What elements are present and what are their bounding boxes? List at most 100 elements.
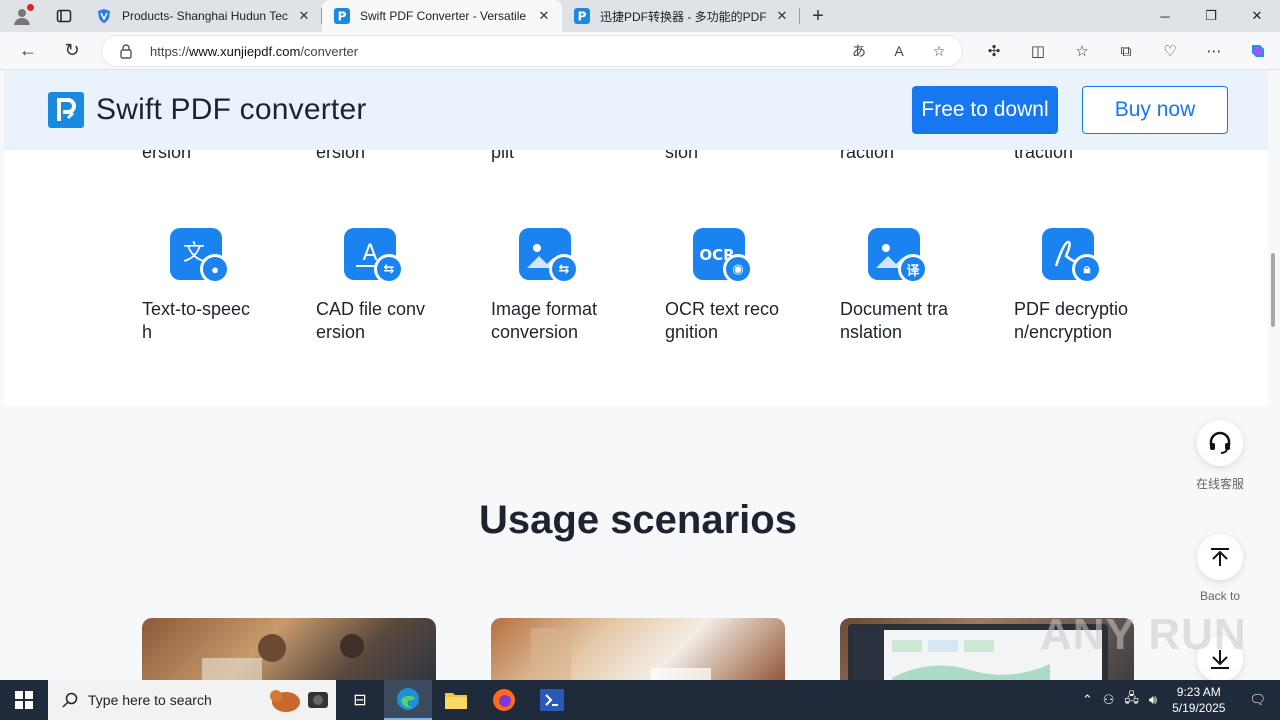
read-aloud-icon[interactable]: A bbox=[890, 42, 908, 60]
tool-label: PDF decryption/encryption bbox=[1014, 299, 1129, 342]
page-scrollbar[interactable] bbox=[1271, 253, 1275, 327]
minimize-button[interactable]: ─ bbox=[1142, 0, 1188, 32]
usage-scenarios-heading: Usage scenarios bbox=[479, 498, 797, 542]
start-button[interactable] bbox=[0, 680, 48, 720]
extensions-icon[interactable]: ✣ bbox=[972, 32, 1016, 70]
split-screen-icon[interactable]: ◫ bbox=[1016, 32, 1060, 70]
restore-icon: ❐ bbox=[1205, 8, 1217, 23]
chevron-up-icon[interactable]: ⌃ bbox=[1077, 692, 1098, 708]
copilot-icon[interactable] bbox=[1236, 32, 1280, 70]
favorites-icon[interactable]: ☆ bbox=[1060, 32, 1104, 70]
scenario-card-room[interactable] bbox=[491, 618, 785, 680]
taskbar-clock[interactable]: 9:23 AM 5/19/2025 bbox=[1162, 684, 1235, 716]
scenario-card-office[interactable] bbox=[142, 618, 436, 680]
url-text[interactable]: https://www.xunjiepdf.com/converter bbox=[150, 44, 850, 59]
tool-ocr[interactable]: OCR ◉ OCR text recognition bbox=[665, 228, 795, 344]
profile-button[interactable] bbox=[0, 0, 44, 32]
back-button[interactable]: ← bbox=[6, 32, 50, 70]
favorite-star-icon[interactable]: ☆ bbox=[930, 42, 948, 60]
device-icon[interactable]: ⚇ bbox=[1098, 692, 1120, 708]
collections-icon[interactable]: ⧉ bbox=[1104, 32, 1148, 70]
tool-label: OCR text recognition bbox=[665, 299, 780, 342]
clock-time: 9:23 AM bbox=[1176, 685, 1221, 699]
minimize-icon: ─ bbox=[1160, 8, 1170, 24]
tool-label: Text-to-speech bbox=[142, 299, 251, 342]
close-window-button[interactable]: ✕ bbox=[1234, 0, 1280, 32]
tool-text-to-speech[interactable]: 文 ● Text-to-speech bbox=[142, 228, 272, 344]
tab-actions-button[interactable] bbox=[44, 0, 84, 32]
task-view-button[interactable]: ⊟ bbox=[336, 680, 384, 720]
powershell-icon bbox=[540, 689, 564, 711]
plus-icon: + bbox=[812, 4, 824, 27]
room-photo bbox=[531, 628, 711, 680]
close-icon: ✕ bbox=[1251, 8, 1263, 23]
folder-icon bbox=[445, 693, 467, 709]
tab-hudun[interactable]: Products- Shanghai Hudun Tech ✕ bbox=[84, 0, 322, 32]
site-logo[interactable]: Swift PDF converter bbox=[48, 92, 367, 128]
translate-badge-icon: 译 bbox=[901, 257, 925, 281]
lock-icon bbox=[120, 44, 132, 59]
tool-document-translation[interactable]: 译 Document translation bbox=[840, 228, 970, 344]
swap-icon: ⇆ bbox=[552, 257, 576, 281]
tool-cad-conversion[interactable]: A ⇆ CAD file conversion bbox=[316, 228, 446, 344]
taskbar-powershell[interactable] bbox=[528, 680, 576, 720]
swift-pdf-logo-icon bbox=[48, 92, 84, 128]
search-highlight-squirrel-icon bbox=[270, 690, 328, 712]
brand-name: Swift PDF converter bbox=[96, 93, 367, 126]
swap-icon: ⇆ bbox=[377, 257, 401, 281]
swift-pdf-favicon-icon: P bbox=[334, 8, 350, 24]
taskbar-search-box[interactable]: Type here to search bbox=[48, 680, 336, 720]
volume-icon[interactable]: 🔊︎ bbox=[1144, 692, 1162, 708]
tool-image-format[interactable]: ⇆ Image format conversion bbox=[491, 228, 621, 344]
window-controls: ─ ❐ ✕ bbox=[1142, 0, 1280, 32]
url-scheme: https:// bbox=[150, 43, 190, 59]
reload-icon: ↻ bbox=[64, 40, 80, 60]
tab-title: Swift PDF Converter - Versatile PD bbox=[360, 9, 528, 23]
swift-pdf-favicon-icon: P bbox=[574, 8, 590, 24]
close-tab-icon[interactable]: ✕ bbox=[536, 8, 552, 24]
tab-xunjie-cn[interactable]: P 迅捷PDF转换器 - 多功能的PDF转 ✕ bbox=[562, 0, 800, 32]
anyrun-watermark: ANY RUN bbox=[1040, 610, 1247, 659]
translate-icon[interactable]: あ bbox=[850, 42, 868, 60]
browser-essentials-icon[interactable]: ♡ bbox=[1148, 32, 1192, 70]
restore-button[interactable]: ❐ bbox=[1188, 0, 1234, 32]
mic-icon: ● bbox=[203, 257, 227, 281]
online-service-label: 在线客服 bbox=[1195, 477, 1244, 491]
network-icon[interactable]: 🖧︎ bbox=[1119, 689, 1144, 711]
tab-swift-pdf[interactable]: P Swift PDF Converter - Versatile PD ✕ bbox=[322, 0, 562, 32]
buy-now-button[interactable]: Buy now bbox=[1082, 86, 1228, 134]
search-icon bbox=[62, 692, 78, 708]
back-to-top-label: Back to bbox=[1199, 589, 1241, 603]
tool-label: Image format conversion bbox=[491, 299, 598, 342]
taskbar-firefox[interactable] bbox=[480, 680, 528, 720]
more-menu-icon[interactable]: ⋯ bbox=[1192, 32, 1236, 70]
new-tab-button[interactable]: + bbox=[800, 0, 836, 32]
reload-button[interactable]: ↻ bbox=[50, 32, 94, 70]
close-tab-icon[interactable]: ✕ bbox=[774, 8, 790, 24]
free-download-button[interactable]: Free to downl bbox=[912, 86, 1058, 134]
back-to-top-widget[interactable]: Back to bbox=[1196, 534, 1244, 603]
url-host: www.xunjiepdf.com bbox=[189, 43, 301, 59]
taskbar-file-explorer[interactable] bbox=[432, 680, 480, 720]
online-service-widget[interactable]: 在线客服 bbox=[1196, 420, 1244, 492]
web-page: ersion ersion plit sion raction traction… bbox=[0, 70, 1280, 680]
headset-icon bbox=[1209, 431, 1231, 454]
arrow-left-icon: ← bbox=[19, 40, 37, 60]
close-tab-icon[interactable]: ✕ bbox=[296, 8, 312, 24]
search-placeholder: Type here to search bbox=[88, 692, 212, 708]
svg-text:P: P bbox=[578, 10, 587, 24]
shield-favicon-icon bbox=[98, 9, 110, 23]
tool-pdf-encryption[interactable]: 🔒︎ PDF decryption/encryption bbox=[1014, 228, 1144, 344]
taskbar-edge[interactable] bbox=[384, 680, 432, 720]
notifications-icon[interactable]: 🗨︎ bbox=[1235, 692, 1280, 708]
url-path: /converter bbox=[300, 43, 359, 59]
tab-title: 迅捷PDF转换器 - 多功能的PDF转 bbox=[600, 9, 766, 24]
site-header: Swift PDF converter Free to downl Buy no… bbox=[4, 70, 1268, 150]
address-bar[interactable]: https://www.xunjiepdf.com/converter あ A … bbox=[101, 35, 963, 67]
arrow-up-icon bbox=[1211, 548, 1229, 566]
browser-toolbar: ← ↻ https://www.xunjiepdf.com/converter … bbox=[0, 32, 1280, 70]
office-photo bbox=[202, 634, 364, 680]
firefox-icon bbox=[493, 689, 515, 711]
task-view-icon: ⊟ bbox=[353, 692, 367, 709]
eye-icon: ◉ bbox=[726, 257, 750, 281]
